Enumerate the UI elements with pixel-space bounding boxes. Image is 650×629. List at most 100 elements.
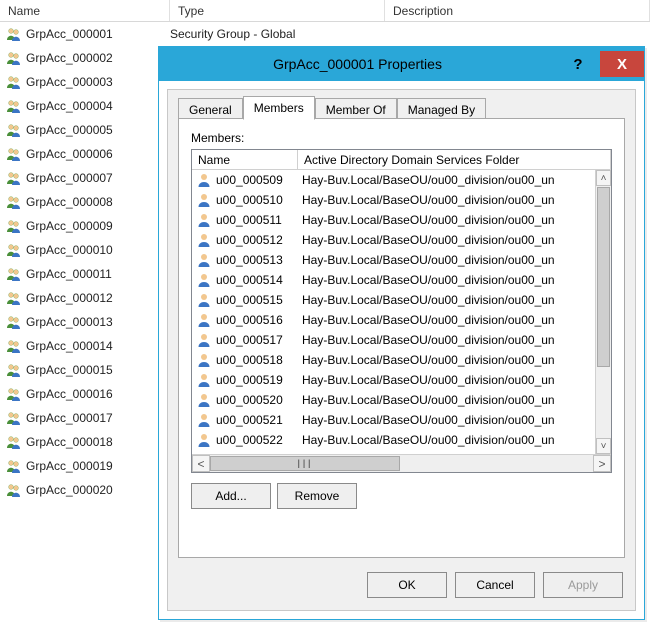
group-icon: [6, 170, 22, 186]
member-row[interactable]: u00_000518Hay-Buv.Local/BaseOU/ou00_divi…: [192, 350, 611, 370]
user-icon: [196, 272, 212, 288]
bg-group-name: GrpAcc_000008: [26, 195, 113, 209]
member-folder: Hay-Buv.Local/BaseOU/ou00_division/ou00_…: [302, 213, 611, 227]
group-icon: [6, 410, 22, 426]
user-icon: [196, 172, 212, 188]
group-icon: [6, 458, 22, 474]
bg-group-name: GrpAcc_000014: [26, 339, 113, 353]
add-button[interactable]: Add...: [191, 483, 271, 509]
members-header-name[interactable]: Name: [192, 150, 298, 169]
member-row[interactable]: u00_000522Hay-Buv.Local/BaseOU/ou00_divi…: [192, 430, 611, 450]
group-icon: [6, 26, 22, 42]
bg-group-name: GrpAcc_000013: [26, 315, 113, 329]
user-icon: [196, 232, 212, 248]
group-icon: [6, 266, 22, 282]
member-row[interactable]: u00_000513Hay-Buv.Local/BaseOU/ou00_divi…: [192, 250, 611, 270]
cancel-button[interactable]: Cancel: [455, 572, 535, 598]
bg-group-type: Security Group - Global: [170, 27, 385, 41]
member-folder: Hay-Buv.Local/BaseOU/ou00_division/ou00_…: [302, 433, 611, 447]
member-folder: Hay-Buv.Local/BaseOU/ou00_division/ou00_…: [302, 373, 611, 387]
member-folder: Hay-Buv.Local/BaseOU/ou00_division/ou00_…: [302, 193, 611, 207]
member-name: u00_000513: [216, 253, 302, 267]
scroll-up-button[interactable]: ˄: [596, 170, 611, 186]
members-vertical-scrollbar[interactable]: ˄ ˅: [595, 170, 611, 454]
dialog-body: General Members Member Of Managed By Mem…: [167, 89, 636, 611]
bg-group-name: GrpAcc_000015: [26, 363, 113, 377]
bg-group-name: GrpAcc_000007: [26, 171, 113, 185]
member-row[interactable]: u00_000510Hay-Buv.Local/BaseOU/ou00_divi…: [192, 190, 611, 210]
member-row[interactable]: u00_000512Hay-Buv.Local/BaseOU/ou00_divi…: [192, 230, 611, 250]
help-button[interactable]: ?: [556, 51, 600, 77]
members-header-folder[interactable]: Active Directory Domain Services Folder: [298, 150, 611, 169]
group-icon: [6, 242, 22, 258]
remove-button[interactable]: Remove: [277, 483, 357, 509]
member-row[interactable]: u00_000514Hay-Buv.Local/BaseOU/ou00_divi…: [192, 270, 611, 290]
bg-group-name: GrpAcc_000005: [26, 123, 113, 137]
bg-group-name: GrpAcc_000018: [26, 435, 113, 449]
scroll-track-horizontal[interactable]: III: [210, 455, 593, 472]
bg-group-name: GrpAcc_000001: [26, 27, 113, 41]
member-row[interactable]: u00_000511Hay-Buv.Local/BaseOU/ou00_divi…: [192, 210, 611, 230]
bg-list-header: Name Type Description: [0, 0, 650, 22]
members-list-header: Name Active Directory Domain Services Fo…: [192, 150, 611, 170]
bg-header-description[interactable]: Description: [385, 0, 650, 21]
user-icon: [196, 372, 212, 388]
members-tab-panel: Members: Name Active Directory Domain Se…: [178, 118, 625, 558]
member-row[interactable]: u00_000509Hay-Buv.Local/BaseOU/ou00_divi…: [192, 170, 611, 190]
tab-strip: General Members Member Of Managed By: [178, 96, 486, 120]
scroll-thumb-vertical[interactable]: [597, 187, 610, 367]
members-listbox[interactable]: Name Active Directory Domain Services Fo…: [191, 149, 612, 473]
bg-group-name: GrpAcc_000010: [26, 243, 113, 257]
user-icon: [196, 392, 212, 408]
group-icon: [6, 434, 22, 450]
scroll-down-button[interactable]: ˅: [596, 438, 611, 454]
member-folder: Hay-Buv.Local/BaseOU/ou00_division/ou00_…: [302, 253, 611, 267]
user-icon: [196, 432, 212, 448]
bg-group-name: GrpAcc_000011: [26, 267, 112, 281]
group-icon: [6, 74, 22, 90]
member-folder: Hay-Buv.Local/BaseOU/ou00_division/ou00_…: [302, 273, 611, 287]
scroll-left-button[interactable]: <: [192, 455, 210, 472]
scroll-right-button[interactable]: >: [593, 455, 611, 472]
member-folder: Hay-Buv.Local/BaseOU/ou00_division/ou00_…: [302, 233, 611, 247]
group-icon: [6, 50, 22, 66]
ok-button[interactable]: OK: [367, 572, 447, 598]
member-row[interactable]: u00_000515Hay-Buv.Local/BaseOU/ou00_divi…: [192, 290, 611, 310]
bg-header-name[interactable]: Name: [0, 0, 170, 21]
member-name: u00_000520: [216, 393, 302, 407]
member-name: u00_000519: [216, 373, 302, 387]
members-list-body[interactable]: u00_000509Hay-Buv.Local/BaseOU/ou00_divi…: [192, 170, 611, 454]
apply-button[interactable]: Apply: [543, 572, 623, 598]
group-icon: [6, 362, 22, 378]
user-icon: [196, 212, 212, 228]
member-row[interactable]: u00_000520Hay-Buv.Local/BaseOU/ou00_divi…: [192, 390, 611, 410]
close-button[interactable]: X: [600, 51, 644, 77]
member-name: u00_000515: [216, 293, 302, 307]
user-icon: [196, 352, 212, 368]
member-folder: Hay-Buv.Local/BaseOU/ou00_division/ou00_…: [302, 353, 611, 367]
user-icon: [196, 332, 212, 348]
member-name: u00_000510: [216, 193, 302, 207]
member-name: u00_000512: [216, 233, 302, 247]
dialog-title: GrpAcc_000001 Properties: [159, 56, 556, 72]
bg-group-name: GrpAcc_000003: [26, 75, 113, 89]
members-label: Members:: [191, 131, 244, 145]
members-horizontal-scrollbar[interactable]: < III >: [192, 454, 611, 472]
user-icon: [196, 312, 212, 328]
member-name: u00_000517: [216, 333, 302, 347]
scroll-thumb-horizontal[interactable]: III: [210, 456, 400, 471]
tab-members[interactable]: Members: [243, 96, 315, 120]
member-name: u00_000516: [216, 313, 302, 327]
member-name: u00_000518: [216, 353, 302, 367]
dialog-titlebar[interactable]: GrpAcc_000001 Properties ? X: [159, 47, 644, 81]
member-row[interactable]: u00_000521Hay-Buv.Local/BaseOU/ou00_divi…: [192, 410, 611, 430]
member-row[interactable]: u00_000516Hay-Buv.Local/BaseOU/ou00_divi…: [192, 310, 611, 330]
bg-header-type[interactable]: Type: [170, 0, 385, 21]
member-folder: Hay-Buv.Local/BaseOU/ou00_division/ou00_…: [302, 333, 611, 347]
member-row[interactable]: u00_000517Hay-Buv.Local/BaseOU/ou00_divi…: [192, 330, 611, 350]
bg-group-row[interactable]: GrpAcc_000001 Security Group - Global: [0, 22, 650, 46]
member-folder: Hay-Buv.Local/BaseOU/ou00_division/ou00_…: [302, 173, 611, 187]
group-icon: [6, 290, 22, 306]
bg-group-name: GrpAcc_000009: [26, 219, 113, 233]
member-row[interactable]: u00_000519Hay-Buv.Local/BaseOU/ou00_divi…: [192, 370, 611, 390]
